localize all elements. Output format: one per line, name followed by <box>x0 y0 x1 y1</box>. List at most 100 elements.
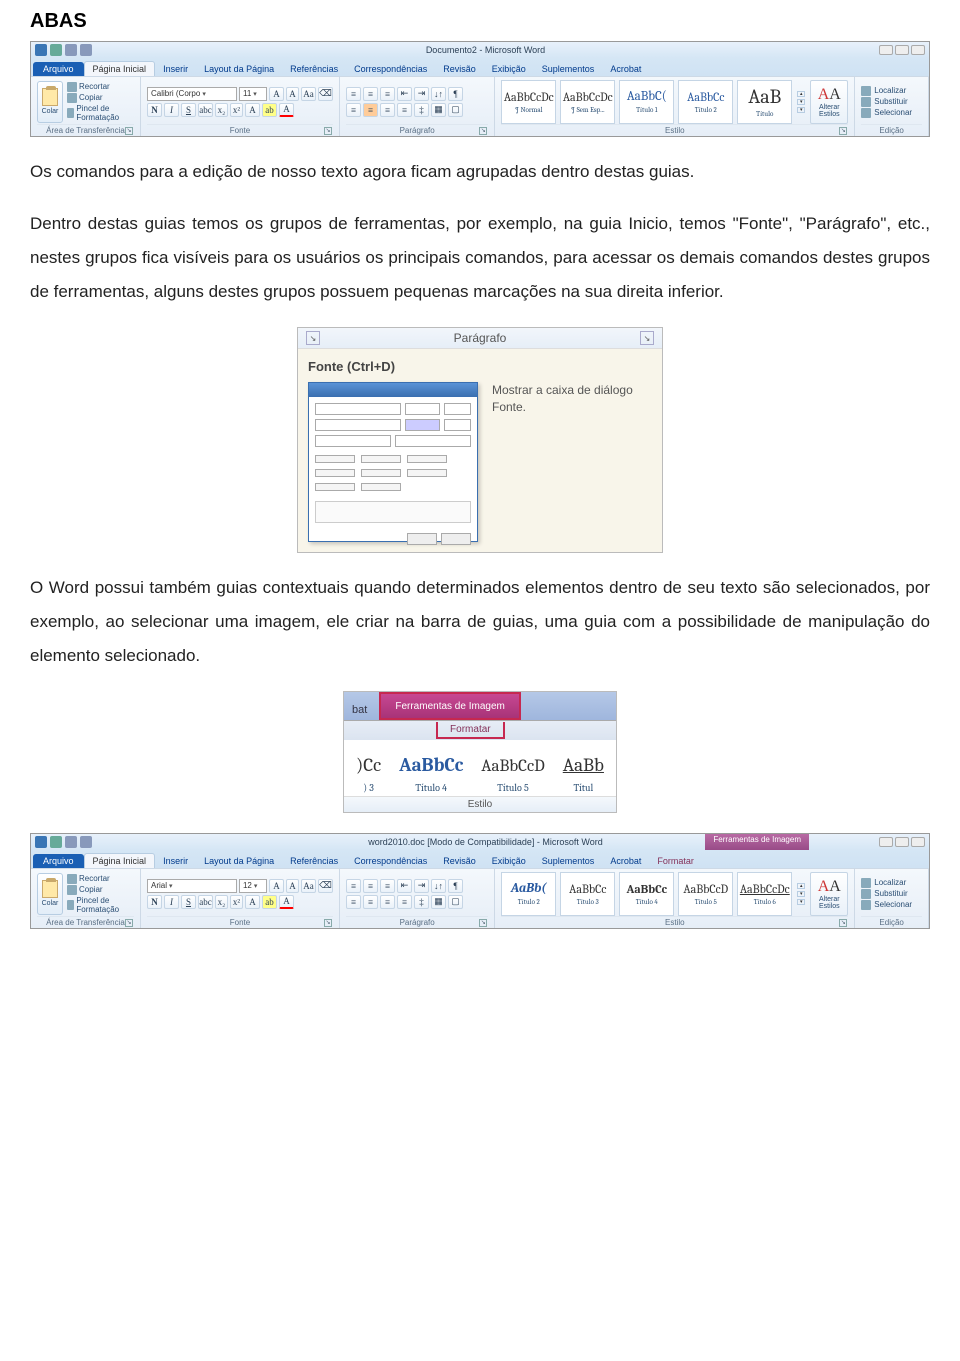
increase-indent-icon[interactable]: ⇥ <box>414 879 429 893</box>
style-heading6[interactable]: AaBbCcDcTítulo 6 <box>737 872 792 916</box>
copy-button[interactable]: Copiar <box>67 93 134 103</box>
tab-home[interactable]: Página Inicial <box>84 61 156 76</box>
tab-acrobat[interactable]: Acrobat <box>602 62 649 76</box>
tab-view[interactable]: Exibição <box>484 62 534 76</box>
tab-file[interactable]: Arquivo <box>33 854 84 868</box>
tab-review[interactable]: Revisão <box>435 62 484 76</box>
font-size-combo[interactable]: 12 <box>239 879 267 893</box>
paragraph-marks-icon[interactable]: ¶ <box>448 87 463 101</box>
font-name-combo[interactable]: Arial <box>147 879 237 893</box>
underline-icon[interactable]: S <box>181 895 196 909</box>
font-name-combo[interactable]: Calibri (Corpo <box>147 87 237 101</box>
tab-mailings[interactable]: Correspondências <box>346 62 435 76</box>
tab-references[interactable]: Referências <box>282 854 346 868</box>
window-buttons[interactable] <box>879 837 925 847</box>
tab-layout[interactable]: Layout da Página <box>196 62 282 76</box>
style-fragment-3[interactable]: )Cc) 3 <box>356 754 381 794</box>
dialog-launcher-icon[interactable]: ↘ <box>479 919 487 927</box>
numbering-icon[interactable]: ≡ <box>363 87 378 101</box>
sort-icon[interactable]: ↓↑ <box>431 87 446 101</box>
borders-icon[interactable]: ▢ <box>448 103 463 117</box>
decrease-indent-icon[interactable]: ⇤ <box>397 879 412 893</box>
styles-more-icon[interactable]: ▴▾▾ <box>796 91 806 113</box>
replace-button[interactable]: Substituir <box>861 97 912 107</box>
paste-button[interactable]: Colar <box>37 873 63 915</box>
undo-icon[interactable] <box>65 44 77 56</box>
replace-button[interactable]: Substituir <box>861 889 912 899</box>
change-styles-button[interactable]: AA Alterar Estilos <box>810 80 848 124</box>
window-buttons[interactable] <box>879 45 925 55</box>
style-titulo4[interactable]: AaBbCcTítulo 4 <box>399 754 463 794</box>
change-styles-button[interactable]: AAAlterar Estilos <box>810 872 848 916</box>
tab-acrobat[interactable]: Acrobat <box>602 854 649 868</box>
tab-addins[interactable]: Suplementos <box>534 62 603 76</box>
tab-mailings[interactable]: Correspondências <box>346 854 435 868</box>
tab-review[interactable]: Revisão <box>435 854 484 868</box>
grow-font-icon[interactable]: A <box>269 879 284 893</box>
align-center-icon[interactable]: ≡ <box>363 895 378 909</box>
style-heading2[interactable]: AaBb(Título 2 <box>501 872 556 916</box>
font-size-combo[interactable]: 11 <box>239 87 267 101</box>
justify-icon[interactable]: ≡ <box>397 103 412 117</box>
format-painter-button[interactable]: Pincel de Formatação <box>67 896 134 914</box>
shading-icon[interactable]: ▦ <box>431 895 446 909</box>
bullets-icon[interactable]: ≡ <box>346 879 361 893</box>
strike-icon[interactable]: abc <box>198 895 213 909</box>
format-painter-button[interactable]: Pincel de Formatação <box>67 104 134 122</box>
tab-references[interactable]: Referências <box>282 62 346 76</box>
redo-icon[interactable] <box>80 836 92 848</box>
cut-button[interactable]: Recortar <box>67 82 134 92</box>
dialog-launcher-icon[interactable]: ↘ <box>324 127 332 135</box>
shrink-font-icon[interactable]: A <box>286 87 299 101</box>
tab-formatar[interactable]: Formatar <box>436 722 505 739</box>
grow-font-icon[interactable]: A <box>269 87 284 101</box>
dialog-launcher-icon[interactable]: ↘ <box>839 127 847 135</box>
highlight-icon[interactable]: ab <box>262 895 277 909</box>
dialog-launcher-icon[interactable]: ↘ <box>839 919 847 927</box>
undo-icon[interactable] <box>65 836 77 848</box>
line-spacing-icon[interactable]: ‡ <box>414 103 429 117</box>
increase-indent-icon[interactable]: ⇥ <box>414 87 429 101</box>
style-heading3[interactable]: AaBbCcTítulo 3 <box>560 872 615 916</box>
find-button[interactable]: Localizar <box>861 86 912 96</box>
justify-icon[interactable]: ≡ <box>397 895 412 909</box>
tab-home[interactable]: Página Inicial <box>84 853 156 868</box>
dialog-launcher-icon[interactable]: ↘ <box>125 919 133 927</box>
dialog-launcher-icon[interactable]: ↘ <box>125 127 133 135</box>
strike-icon[interactable]: abc <box>198 103 213 117</box>
italic-icon[interactable]: I <box>164 895 179 909</box>
tab-formatar[interactable]: Formatar <box>649 854 702 868</box>
style-heading2[interactable]: AaBbCcTítulo 2 <box>678 80 733 124</box>
tab-layout[interactable]: Layout da Página <box>196 854 282 868</box>
text-effects-icon[interactable]: A <box>245 103 260 117</box>
dialog-launcher-icon[interactable]: ↘ <box>324 919 332 927</box>
borders-icon[interactable]: ▢ <box>448 895 463 909</box>
text-effects-icon[interactable]: A <box>245 895 260 909</box>
style-titulo6[interactable]: AaBbTítul <box>563 754 604 794</box>
shrink-font-icon[interactable]: A <box>286 879 299 893</box>
align-center-icon[interactable]: ≡ <box>363 103 378 117</box>
styles-more-icon[interactable]: ▴▾▾ <box>796 883 806 905</box>
align-right-icon[interactable]: ≡ <box>380 895 395 909</box>
tab-insert[interactable]: Inserir <box>155 62 196 76</box>
multilevel-icon[interactable]: ≡ <box>380 87 395 101</box>
copy-button[interactable]: Copiar <box>67 885 134 895</box>
tab-view[interactable]: Exibição <box>484 854 534 868</box>
font-color-icon[interactable]: A <box>279 895 294 909</box>
style-heading4[interactable]: AaBbCcTítulo 4 <box>619 872 674 916</box>
align-left-icon[interactable]: ≡ <box>346 895 361 909</box>
find-button[interactable]: Localizar <box>861 878 912 888</box>
multilevel-icon[interactable]: ≡ <box>380 879 395 893</box>
font-color-icon[interactable]: A <box>279 103 294 117</box>
style-titulo5[interactable]: AaBbCcDTítulo 5 <box>481 757 544 794</box>
cut-button[interactable]: Recortar <box>67 874 134 884</box>
select-button[interactable]: Selecionar <box>861 900 912 910</box>
subscript-icon[interactable]: x₂ <box>215 895 228 909</box>
align-right-icon[interactable]: ≡ <box>380 103 395 117</box>
tab-addins[interactable]: Suplementos <box>534 854 603 868</box>
tab-insert[interactable]: Inserir <box>155 854 196 868</box>
subscript-icon[interactable]: x₂ <box>215 103 228 117</box>
bold-icon[interactable]: N <box>147 103 162 117</box>
dialog-launcher-icon[interactable]: ↘ <box>479 127 487 135</box>
save-icon[interactable] <box>50 836 62 848</box>
